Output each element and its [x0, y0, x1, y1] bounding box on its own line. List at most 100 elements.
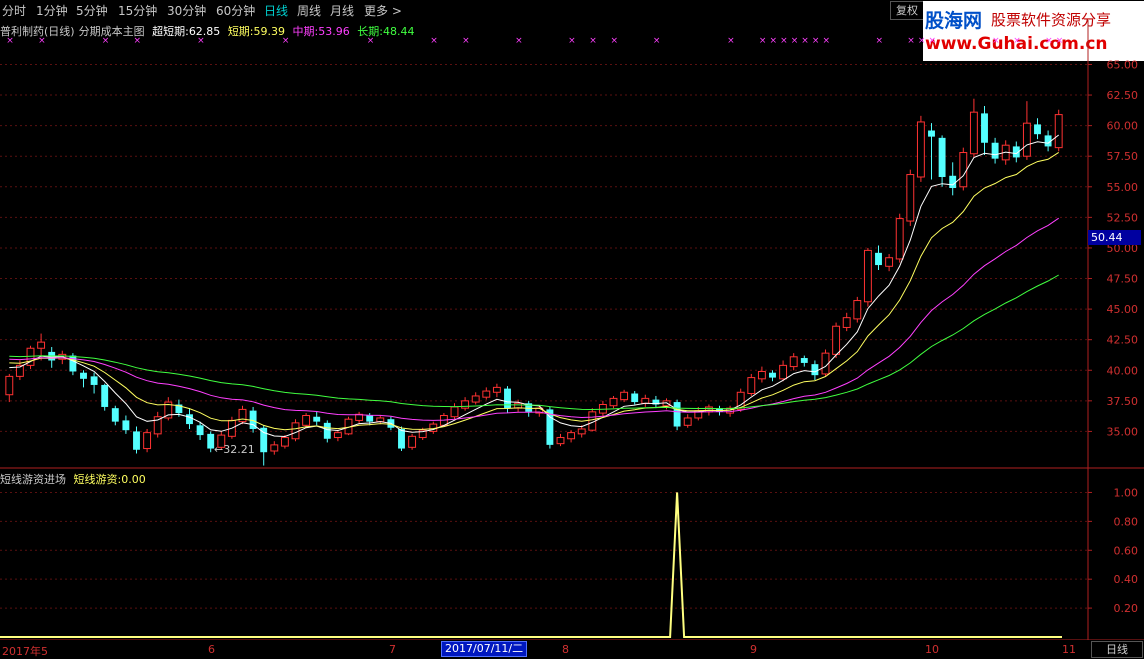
candle [969, 98, 978, 158]
candle [821, 349, 830, 377]
candle [577, 425, 586, 438]
price-tick-label: 52.50 [1107, 211, 1139, 224]
candle-body [906, 174, 915, 222]
candle-body [949, 175, 957, 189]
signal-x-mark: × [823, 36, 831, 46]
sub-tick-label: 1.00 [1114, 486, 1139, 499]
candle [492, 383, 501, 398]
signal-x-mark: × [6, 36, 14, 46]
candle [111, 405, 119, 426]
candle-body [80, 372, 87, 379]
signal-x-mark: × [102, 36, 110, 46]
sub-indicator-chart: 1.00 0.80 0.60 0.40 0.20 [0, 486, 1139, 638]
candle-body [853, 300, 862, 320]
price-tick-label: 57.50 [1107, 150, 1139, 163]
candle [482, 387, 491, 400]
candle [238, 405, 247, 425]
price-tick-label: 37.50 [1107, 395, 1139, 408]
candle-body [196, 425, 204, 436]
signal-x-mark: × [430, 36, 438, 46]
signal-x-mark: × [992, 36, 1000, 46]
signal-x-mark: × [568, 36, 576, 46]
candle-body [450, 406, 459, 418]
candle-body [260, 427, 268, 453]
date-label-oct: 10 [925, 643, 939, 656]
signal-x-mark: × [462, 36, 470, 46]
candle-body [916, 121, 925, 178]
candle [313, 411, 321, 426]
candle [567, 430, 576, 443]
candle [270, 441, 279, 455]
sub-tick-label: 0.60 [1114, 544, 1139, 557]
period-button[interactable]: 日线 [1091, 641, 1143, 658]
candle-body [875, 252, 882, 266]
price-tick-label: 60.00 [1107, 120, 1139, 133]
candle-body [471, 395, 480, 403]
candle-body [408, 435, 417, 448]
sub-tick-label: 0.40 [1114, 573, 1139, 586]
candle-body [291, 422, 300, 440]
candle [981, 106, 988, 155]
candle-body [863, 249, 872, 303]
candle [800, 355, 808, 367]
candle-body [482, 390, 491, 398]
candle [673, 399, 681, 431]
candle [260, 425, 268, 466]
price-axis: 65.0062.5060.0057.5055.0052.5050.0047.50… [1088, 58, 1138, 438]
candle [916, 115, 925, 182]
candle-body [842, 317, 851, 328]
cursor-date-label: 2017/07/11/二 [441, 641, 528, 657]
candle [302, 413, 311, 428]
candle [344, 416, 353, 436]
candle-body [280, 437, 289, 447]
candle-body [991, 142, 999, 159]
price-tick-label: 35.00 [1107, 425, 1139, 438]
candle-body [779, 364, 788, 380]
kline-chart[interactable]: × × × × × × × × × × × × × × × × × × × × × × × × × × × × × × 65.0062.5… [0, 0, 1144, 658]
candle-body [556, 437, 565, 445]
candle-body [1034, 124, 1041, 135]
candle-body [5, 375, 14, 396]
candle [355, 411, 364, 423]
short-line [9, 151, 1059, 431]
candle-body [885, 257, 894, 267]
candle-body [747, 377, 756, 395]
signal-x-mark: × [197, 36, 205, 46]
candle-body [122, 420, 130, 431]
candle [323, 420, 331, 443]
signal-x-mark: × [611, 36, 619, 46]
signal-marks: × × × × × × × × × × × × × × × × × × × × × × × × × × × × × × [6, 36, 1063, 46]
ultra-short-line [9, 134, 1060, 438]
date-label-jun: 6 [208, 643, 215, 656]
signal-x-mark: × [929, 36, 937, 46]
signal-x-mark: × [812, 36, 820, 46]
price-tick-label: 42.50 [1107, 334, 1139, 347]
candle-body [620, 391, 629, 401]
candle [122, 415, 130, 434]
candle-body [111, 408, 119, 422]
signal-x-mark: × [515, 36, 523, 46]
signal-x-mark: × [801, 36, 809, 46]
candle [80, 370, 87, 388]
signal-x-mark: × [1056, 36, 1064, 46]
candle-body [1054, 114, 1063, 149]
candle-body [928, 130, 935, 137]
candle [143, 428, 152, 453]
signal-x-mark: × [727, 36, 735, 46]
candle-body [609, 397, 618, 407]
candle-body [811, 364, 819, 376]
price-tick-label: 55.00 [1107, 181, 1139, 194]
signal-x-mark: × [759, 36, 767, 46]
candle [535, 405, 544, 417]
date-label-sep: 9 [750, 643, 757, 656]
signal-x-mark: × [918, 36, 926, 46]
candle [863, 247, 872, 307]
candle [652, 395, 660, 409]
price-tick-label: 47.50 [1107, 273, 1139, 286]
signal-x-mark: × [134, 36, 142, 46]
candle-body [789, 356, 798, 368]
signal-x-mark: × [367, 36, 375, 46]
candle [757, 366, 766, 383]
cost-lines [9, 134, 1060, 438]
candle [769, 370, 776, 382]
